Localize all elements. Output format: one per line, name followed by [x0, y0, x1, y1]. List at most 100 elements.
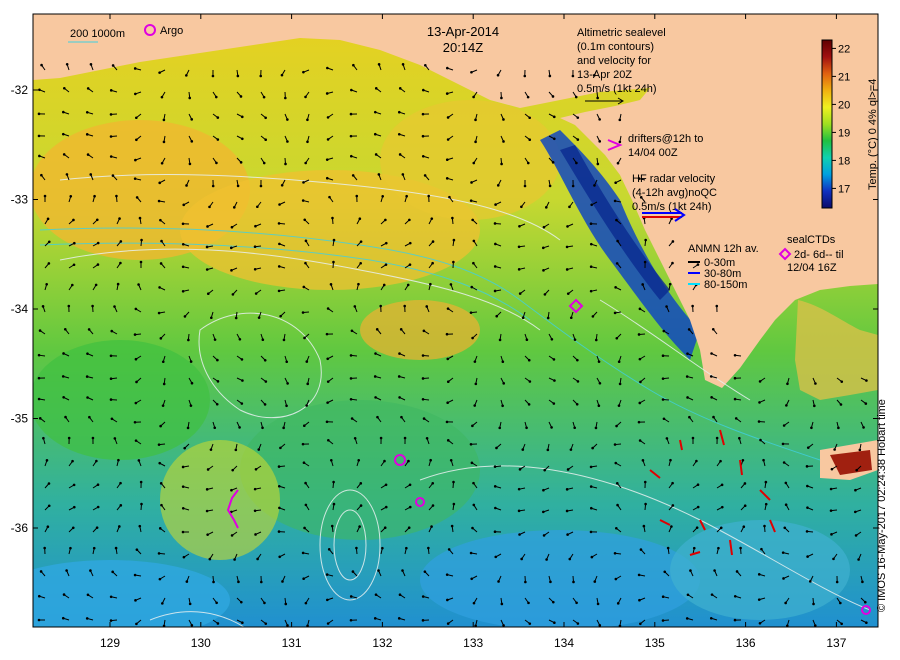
velocity-arrow-head [40, 63, 43, 67]
velocity-arrow-head [782, 461, 786, 464]
velocity-arrow-head [857, 558, 860, 561]
velocity-arrow-head [216, 622, 220, 625]
velocity-arrow-head [261, 426, 264, 430]
velocity-arrow-head [286, 382, 289, 385]
velocity-arrow-head [140, 502, 143, 506]
velocity-arrow-head [374, 396, 377, 399]
velocity-arrow-head [423, 570, 427, 573]
velocity-arrow-head [119, 240, 123, 243]
velocity-arrow-head [161, 360, 165, 364]
velocity-arrow-head [840, 380, 844, 383]
velocity-arrow-head [158, 181, 162, 185]
velocity-arrow-head [662, 329, 666, 333]
velocity-arrow-head [401, 63, 405, 66]
velocity-arrow-head [262, 95, 266, 99]
velocity-arrow-head [865, 621, 868, 625]
velocity-arrow-head [493, 465, 497, 468]
velocity-arrow-head [452, 480, 455, 484]
velocity-arrow-head [615, 336, 619, 340]
velocity-arrow-head [594, 426, 598, 430]
sealctd-legend-line: 12/04 16Z [787, 262, 837, 274]
velocity-arrow-head [614, 181, 617, 185]
velocity-arrow-head [96, 483, 100, 486]
velocity-arrow-head [576, 138, 580, 141]
velocity-arrow-head [810, 426, 813, 430]
velocity-arrow-head [135, 138, 138, 142]
velocity-arrow-head [37, 618, 41, 622]
velocity-arrow-head [431, 504, 435, 507]
velocity-arrow-head [542, 510, 545, 514]
velocity-arrow-head [231, 293, 235, 296]
velocity-arrow-head [642, 524, 646, 528]
velocity-arrow-head [373, 110, 377, 114]
velocity-arrow-head [374, 87, 378, 90]
velocity-arrow-head [302, 461, 306, 465]
velocity-arrow-head [383, 526, 387, 530]
velocity-arrow-head [158, 461, 162, 465]
velocity-arrow-head [284, 96, 287, 100]
velocity-arrow-head [858, 448, 862, 452]
velocity-arrow-head [401, 569, 404, 572]
velocity-arrow-head [553, 621, 556, 625]
velocity-arrow-head [447, 548, 451, 551]
x-tick-label: 129 [100, 636, 120, 650]
velocity-arrow-head [65, 173, 69, 176]
warm-patch [380, 100, 560, 220]
velocity-arrow-head [332, 480, 335, 484]
velocity-arrow-head [62, 352, 65, 355]
velocity-arrow-head [358, 525, 361, 528]
velocity-arrow-head [472, 161, 476, 165]
velocity-arrow-head [757, 573, 761, 576]
velocity-arrow-head [862, 426, 865, 429]
velocity-arrow-head [401, 173, 405, 176]
velocity-arrow-head [429, 458, 432, 462]
velocity-arrow-head [500, 96, 503, 100]
velocity-arrow-head [72, 218, 75, 222]
velocity-arrow-head [502, 382, 506, 385]
velocity-arrow-head [303, 218, 307, 222]
velocity-arrow-head [115, 194, 118, 198]
velocity-arrow-head [613, 551, 617, 555]
velocity-arrow-head [301, 311, 305, 314]
velocity-arrow-head [87, 328, 91, 331]
velocity-arrow-head [421, 112, 425, 116]
velocity-arrow-head [406, 283, 410, 287]
velocity-arrow-head [351, 570, 355, 573]
velocity-arrow-head [527, 403, 531, 406]
velocity-arrow-head [421, 595, 425, 598]
velocity-arrow-head [565, 245, 569, 249]
velocity-arrow-head [421, 134, 425, 138]
velocity-arrow-head [215, 601, 218, 605]
velocity-arrow-head [494, 506, 497, 510]
velocity-arrow-head [277, 222, 281, 225]
velocity-arrow-head [407, 526, 411, 530]
velocity-arrow-head [181, 465, 185, 469]
velocity-arrow-head [61, 375, 65, 378]
velocity-arrow-head [133, 573, 137, 577]
velocity-arrow-head [421, 398, 425, 401]
velocity-arrow-head [670, 525, 673, 528]
velocity-arrow-head [814, 382, 817, 385]
velocity-arrow-head [596, 602, 600, 606]
velocity-arrow-head [596, 96, 599, 100]
velocity-arrow-head [548, 184, 552, 188]
velocity-arrow-head [639, 380, 642, 384]
velocity-arrow-head [668, 282, 672, 286]
velocity-arrow-head [452, 502, 456, 506]
velocity-arrow-head [133, 333, 137, 336]
velocity-arrow-head [422, 88, 425, 92]
velocity-arrow-head [63, 327, 67, 331]
y-tick-label: -34 [11, 302, 29, 316]
velocity-arrow-head [95, 526, 99, 529]
velocity-arrow-head [805, 530, 809, 533]
velocity-arrow-head [303, 424, 306, 428]
velocity-arrow-head [470, 70, 473, 74]
velocity-arrow-head [280, 183, 284, 187]
velocity-arrow-head [783, 526, 787, 530]
colorbar-tick-label: 17 [838, 183, 850, 195]
velocity-arrow-head [427, 546, 430, 550]
velocity-arrow-head [446, 401, 449, 405]
velocity-arrow-head [326, 357, 329, 361]
velocity-arrow-head [695, 459, 698, 463]
velocity-arrow-head [329, 283, 333, 286]
